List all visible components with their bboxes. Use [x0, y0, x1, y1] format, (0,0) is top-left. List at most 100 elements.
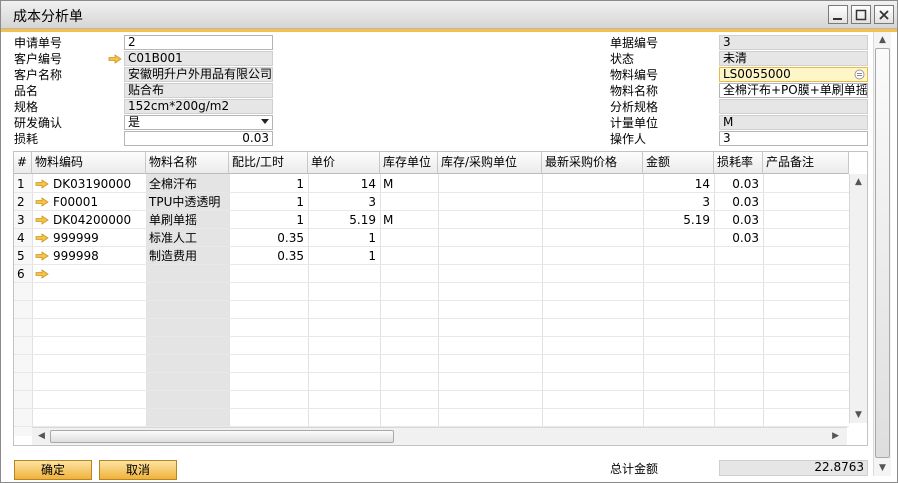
grid-horizontal-scrollbar[interactable]: ◀ ▶ [32, 427, 847, 445]
rd-confirm-label: 研发确认 [14, 116, 63, 130]
ratio-cell[interactable]: 0.35 [229, 247, 308, 265]
col-header-last-price[interactable]: 最新采购价格 [542, 152, 643, 174]
stock-unit-cell[interactable] [380, 247, 438, 265]
col-header-item-name[interactable]: 物料名称 [146, 152, 229, 174]
loss-rate-cell[interactable]: 0.03 [714, 229, 763, 247]
amount-cell[interactable] [643, 229, 714, 247]
link-arrow-icon[interactable] [108, 54, 122, 64]
operator-field[interactable]: 3 [719, 131, 868, 146]
item-code-cell[interactable]: DK04200000 [50, 211, 146, 229]
ratio-cell[interactable]: 1 [229, 193, 308, 211]
stock-unit-cell[interactable]: M [380, 211, 438, 229]
request-no-field[interactable]: 2 [124, 35, 273, 50]
col-header-no[interactable]: # [14, 152, 32, 174]
ratio-cell[interactable]: 0.35 [229, 229, 308, 247]
loss-rate-cell[interactable]: 0.03 [714, 211, 763, 229]
price-cell[interactable]: 3 [308, 193, 380, 211]
item-name-cell[interactable]: 标准人工 [146, 229, 229, 247]
minimize-button[interactable] [828, 5, 848, 24]
price-cell[interactable]: 5.19 [308, 211, 380, 229]
item-name-field[interactable]: 全棉汗布+PO膜+单刷单摇 [719, 83, 868, 98]
row-divider [14, 372, 849, 373]
cancel-button[interactable]: 取消 [99, 460, 177, 480]
close-button[interactable] [874, 5, 894, 24]
col-header-amount[interactable]: 金额 [643, 152, 714, 174]
vertical-scroll-thumb[interactable] [875, 48, 890, 458]
choose-list-icon[interactable] [854, 69, 865, 80]
link-arrow-icon[interactable] [35, 251, 49, 261]
col-divider [542, 174, 543, 436]
maximize-button[interactable] [851, 5, 871, 24]
title-bar[interactable]: 成本分析单 [1, 1, 897, 29]
amount-cell[interactable]: 5.19 [643, 211, 714, 229]
item-code-cell[interactable]: 999999 [50, 229, 146, 247]
row-number[interactable]: 4 [14, 229, 32, 247]
dropdown-arrow-icon[interactable] [261, 119, 269, 125]
uom-field[interactable]: M [719, 115, 868, 130]
stock-unit-cell[interactable] [380, 193, 438, 211]
stock-unit-cell[interactable] [380, 229, 438, 247]
col-header-price[interactable]: 单价 [308, 152, 380, 174]
row-number[interactable]: 3 [14, 211, 32, 229]
col-header-loss-rate[interactable]: 损耗率 [714, 152, 763, 174]
price-cell[interactable]: 1 [308, 247, 380, 265]
horizontal-scroll-thumb[interactable] [50, 430, 394, 443]
item-name-cell[interactable]: TPU中透透明 [146, 193, 229, 211]
item-code-cell[interactable]: 999998 [50, 247, 146, 265]
grid-vertical-scrollbar[interactable]: ▲ ▼ [849, 174, 867, 423]
scroll-right-icon[interactable]: ▶ [832, 431, 839, 441]
item-code-cell[interactable]: DK03190000 [50, 175, 146, 193]
loss-rate-cell[interactable]: 0.03 [714, 193, 763, 211]
product-name-field[interactable]: 贴合布 [124, 83, 273, 98]
cost-analysis-window: 成本分析单 申请单号 2 客户编号 C01B001 客户名称 安徽明升户外用品有… [0, 0, 898, 483]
scroll-down-icon[interactable]: ▼ [879, 463, 886, 473]
item-code-cell[interactable]: F00001 [50, 193, 146, 211]
col-header-stock-unit[interactable]: 库存单位 [380, 152, 438, 174]
scroll-up-icon[interactable]: ▲ [879, 35, 886, 45]
row-number[interactable]: 5 [14, 247, 32, 265]
link-arrow-icon[interactable] [35, 197, 49, 207]
col-header-purchase-unit[interactable]: 库存/采购单位 [438, 152, 542, 174]
amount-cell[interactable]: 3 [643, 193, 714, 211]
row-number[interactable]: 6 [14, 265, 32, 283]
price-cell[interactable]: 1 [308, 229, 380, 247]
scroll-up-icon[interactable]: ▲ [855, 177, 862, 187]
scroll-down-icon[interactable]: ▼ [855, 410, 862, 420]
ok-button[interactable]: 确定 [14, 460, 92, 480]
ratio-cell[interactable]: 1 [229, 175, 308, 193]
item-code-field[interactable]: LS0055000 [719, 67, 868, 82]
analysis-spec-field[interactable] [719, 99, 868, 114]
item-code-cell[interactable] [50, 265, 146, 283]
rd-confirm-select[interactable]: 是 [124, 115, 273, 130]
col-divider [763, 174, 764, 436]
amount-cell[interactable]: 14 [643, 175, 714, 193]
link-arrow-icon[interactable] [35, 269, 49, 279]
row-number[interactable]: 1 [14, 175, 32, 193]
doc-no-field[interactable]: 3 [719, 35, 868, 50]
customer-name-field[interactable]: 安徽明升户外用品有限公司 [124, 67, 273, 82]
item-name-cell[interactable]: 单刷单摇 [146, 211, 229, 229]
loss-rate-cell[interactable] [714, 247, 763, 265]
link-arrow-icon[interactable] [35, 233, 49, 243]
row-number[interactable]: 2 [14, 193, 32, 211]
link-arrow-icon[interactable] [35, 215, 49, 225]
amount-cell[interactable] [643, 247, 714, 265]
window-vertical-scrollbar[interactable]: ▲ ▼ [873, 32, 891, 476]
col-header-remark[interactable]: 产品备注 [763, 152, 849, 174]
loss-field[interactable]: 0.03 [124, 131, 273, 146]
ratio-cell[interactable]: 1 [229, 211, 308, 229]
spec-field[interactable]: 152cm*200g/m2 [124, 99, 273, 114]
item-name-cell[interactable]: 全棉汗布 [146, 175, 229, 193]
request-no-label: 申请单号 [14, 36, 63, 50]
status-field[interactable]: 未清 [719, 51, 868, 66]
customer-code-field[interactable]: C01B001 [124, 51, 273, 66]
link-arrow-icon[interactable] [35, 179, 49, 189]
price-cell[interactable]: 14 [308, 175, 380, 193]
stock-unit-cell[interactable]: M [380, 175, 438, 193]
col-header-item-code[interactable]: 物料编码 [32, 152, 146, 174]
col-header-ratio[interactable]: 配比/工时 [229, 152, 308, 174]
loss-rate-cell[interactable]: 0.03 [714, 175, 763, 193]
total-amount-field[interactable]: 22.8763 [719, 460, 868, 476]
scroll-left-icon[interactable]: ◀ [38, 431, 45, 441]
item-name-cell[interactable]: 制造费用 [146, 247, 229, 265]
